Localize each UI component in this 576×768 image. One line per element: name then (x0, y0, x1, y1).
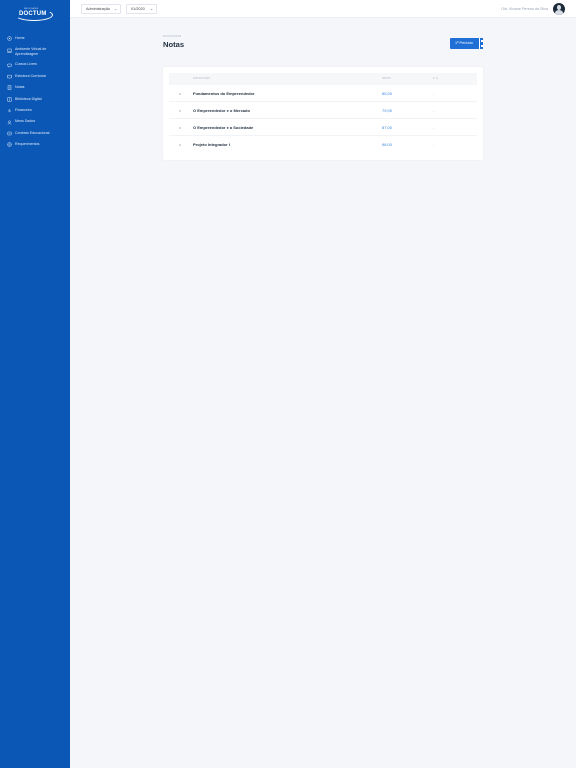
sidebar-item-cursos-livres[interactable]: Cursos Livres (0, 60, 70, 71)
page-title: Notas (163, 40, 185, 49)
sidebar-item-ava[interactable]: Ambiente Virtual de Aprendizagem (0, 45, 70, 60)
subject-name: Fundamentos do Empreendedor (193, 91, 255, 96)
expand-icon[interactable]: • (176, 142, 184, 149)
expand-icon[interactable]: • (176, 91, 184, 98)
table-row[interactable]: • Fundamentos do Empreendedor 85,00 - (169, 85, 477, 102)
sidebar-item-meus-dados[interactable]: Meus Dados (0, 117, 70, 128)
sidebar-item-label: Notas (15, 85, 25, 90)
sidebar-item-label: Contrato Educacional (15, 130, 50, 135)
subject-name: Projeto Integrador I (193, 142, 230, 147)
grade-value: 98,00 (382, 142, 393, 147)
breadcrumb: DISCIPLINAS (163, 35, 182, 38)
subject-name: O Empreendedor e a Sociedade (193, 125, 254, 130)
expand-icon[interactable]: • (176, 108, 184, 115)
period-button[interactable]: 1º Período (450, 38, 483, 49)
column-header-grade[interactable]: NOTAS (382, 73, 391, 85)
svg-text:$: $ (8, 108, 11, 113)
sidebar-item-label: Home (15, 36, 25, 40)
table-row[interactable]: • Projeto Integrador I 98,00 - (169, 136, 477, 153)
sidebar-item-estrutura-curricular[interactable]: Estrutura Curricular (0, 72, 70, 83)
subject-name: O Empreendedor e o Mercado (193, 108, 250, 113)
settings-icon (7, 142, 12, 147)
absence-value: - (433, 108, 435, 113)
course-select[interactable]: Administração ⌄ (81, 4, 121, 14)
table-row[interactable]: • O Empreendedor e a Sociedade 87,00 - (169, 119, 477, 136)
dropdown-toggle-icon[interactable] (479, 38, 483, 49)
book-icon (7, 74, 12, 79)
table-header: DISCIPLINAS NOTAS F. A. (169, 73, 477, 85)
absence-value: - (433, 125, 435, 130)
grade-value: 87,00 (382, 125, 393, 130)
sidebar-item-label: Requerimentos (15, 142, 40, 147)
chevron-down-icon: ⌄ (149, 7, 153, 11)
logo-name: DOCTUM (19, 11, 47, 17)
column-header-absences[interactable]: F. A. (433, 73, 439, 85)
laptop-icon (7, 48, 12, 53)
sidebar-item-biblioteca[interactable]: Biblioteca Digital (0, 95, 70, 106)
user-greeting: Ola, Viviane Pereira da Silva (501, 7, 548, 11)
sidebar-item-label: Biblioteca Digital (15, 96, 42, 101)
logo-prefix: FACULDADES (24, 8, 39, 10)
sidebar-nav: Home Ambiente Virtual de Aprendizagem Cu… (0, 34, 70, 152)
sidebar-item-requerimentos[interactable]: Requerimentos (0, 140, 70, 151)
sidebar-item-financeiro[interactable]: $ Financeiro (0, 106, 70, 117)
sidebar-item-label: Meus Dados (15, 119, 36, 124)
dollar-icon: $ (7, 108, 12, 113)
absence-value: - (433, 91, 435, 96)
period-select-value: 01/2020 (131, 7, 145, 11)
expand-icon[interactable]: • (176, 125, 184, 132)
clipboard-icon (7, 85, 12, 91)
avatar-body (555, 10, 563, 15)
grade-value: 85,00 (382, 91, 393, 96)
logo[interactable]: FACULDADES DOCTUM (13, 8, 57, 22)
avatar-head (557, 5, 561, 10)
document-icon (7, 131, 12, 136)
period-select[interactable]: 01/2020 ⌄ (126, 4, 157, 14)
table-row[interactable]: • O Empreendedor e o Mercado 79,00 - (169, 102, 477, 119)
sidebar-item-label: Financeiro (15, 107, 32, 112)
sidebar: FACULDADES DOCTUM Home Ambiente Virtual … (0, 0, 70, 768)
grade-value: 79,00 (382, 108, 393, 113)
user-icon (7, 120, 12, 125)
library-icon (7, 97, 12, 102)
sidebar-item-contrato[interactable]: Contrato Educacional (0, 129, 70, 140)
sidebar-item-label: Ambiente Virtual de Aprendizagem (15, 47, 47, 57)
topbar: Administração ⌄ 01/2020 ⌄ Ola, Viviane P… (70, 0, 576, 18)
sidebar-item-home[interactable]: Home (0, 34, 70, 45)
sidebar-item-notas[interactable]: Notas (0, 83, 70, 94)
period-button-label: 1º Período (455, 41, 473, 45)
absence-value: - (433, 142, 435, 147)
avatar[interactable] (553, 3, 565, 15)
sidebar-item-label: Cursos Livres (15, 62, 37, 67)
column-header-subject[interactable]: DISCIPLINAS (193, 73, 210, 85)
course-select-value: Administração (86, 7, 111, 11)
chevron-down-icon: ⌄ (113, 7, 117, 11)
sidebar-item-label: Estrutura Curricular (15, 73, 47, 78)
chat-icon (7, 63, 12, 68)
grades-card: DISCIPLINAS NOTAS F. A. • Fundamentos do… (163, 67, 483, 160)
home-icon (7, 36, 12, 41)
